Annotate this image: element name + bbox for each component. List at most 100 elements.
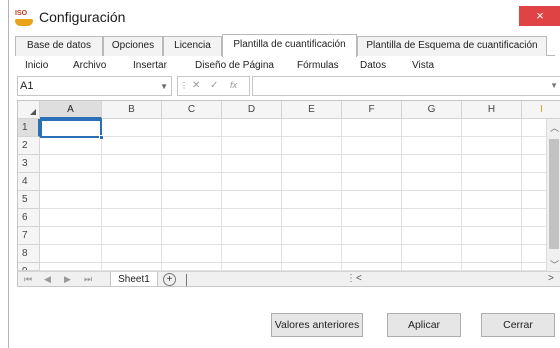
menu-diseno-pagina[interactable]: Diseño de Página (195, 60, 274, 71)
menu-insertar[interactable]: Insertar (133, 60, 167, 71)
grid-cell[interactable] (40, 263, 102, 271)
grid-cell[interactable] (40, 137, 102, 155)
enter-icon[interactable]: ✓ (210, 80, 218, 91)
grid-cell[interactable] (522, 245, 548, 263)
row-header-7[interactable]: 7 (18, 227, 40, 245)
grid-cell[interactable] (162, 227, 222, 245)
scroll-right-icon[interactable]: > (548, 273, 554, 284)
row-header-5[interactable]: 5 (18, 191, 40, 209)
scroll-down-icon[interactable]: ﹀ (550, 258, 559, 271)
grid-cell[interactable] (402, 209, 462, 227)
grid-cell[interactable] (282, 155, 342, 173)
select-all-corner[interactable] (18, 101, 40, 119)
grid-cell[interactable] (40, 245, 102, 263)
grid-cell[interactable] (522, 209, 548, 227)
grid-cell[interactable] (462, 227, 522, 245)
grid-cell[interactable] (342, 191, 402, 209)
grid-cell[interactable] (222, 119, 282, 137)
grid-cell[interactable] (402, 191, 462, 209)
grid-cell[interactable] (402, 173, 462, 191)
column-header-i[interactable]: I (522, 101, 560, 119)
grid-cell[interactable] (102, 119, 162, 137)
first-sheet-icon[interactable]: ⏮ (24, 274, 32, 285)
row-header-1[interactable]: 1 (18, 119, 40, 137)
grid-cell[interactable] (162, 155, 222, 173)
grid-cell[interactable] (462, 263, 522, 271)
apply-button[interactable]: Aplicar (387, 313, 461, 337)
grid-cell[interactable] (342, 137, 402, 155)
grid-cell[interactable] (162, 173, 222, 191)
grid-cell[interactable] (402, 119, 462, 137)
grid-cell[interactable] (402, 227, 462, 245)
split-handle-icon[interactable]: ⋮ (346, 273, 356, 284)
grid-cell[interactable] (462, 119, 522, 137)
grid-cell[interactable] (402, 263, 462, 271)
menu-inicio[interactable]: Inicio (25, 60, 48, 71)
grid-cell[interactable] (102, 155, 162, 173)
menu-datos[interactable]: Datos (360, 60, 386, 71)
close-button[interactable]: Cerrar (481, 313, 555, 337)
previous-values-button[interactable]: Valores anteriores (271, 313, 363, 337)
grid-cell[interactable] (282, 245, 342, 263)
grid-cell[interactable] (282, 191, 342, 209)
next-sheet-icon[interactable]: ▶ (64, 274, 71, 285)
column-header-d[interactable]: D (222, 101, 282, 119)
grid-cell[interactable] (462, 155, 522, 173)
row-header-2[interactable]: 2 (18, 137, 40, 155)
grid-cell[interactable] (522, 263, 548, 271)
column-header-g[interactable]: G (402, 101, 462, 119)
grid-cell[interactable] (522, 155, 548, 173)
grid-cell[interactable] (282, 119, 342, 137)
grid-cell[interactable] (282, 137, 342, 155)
grid-cell[interactable] (342, 119, 402, 137)
grid-cell[interactable] (522, 119, 548, 137)
menu-formulas[interactable]: Fórmulas (297, 60, 339, 71)
grid-cell[interactable] (402, 137, 462, 155)
grid-cell[interactable] (40, 173, 102, 191)
grid-cell[interactable] (342, 209, 402, 227)
menu-vista[interactable]: Vista (412, 60, 434, 71)
grid-cell[interactable] (102, 191, 162, 209)
menu-archivo[interactable]: Archivo (73, 60, 106, 71)
column-header-f[interactable]: F (342, 101, 402, 119)
grid-cell[interactable] (102, 227, 162, 245)
tab-opciones[interactable]: Opciones (103, 36, 163, 56)
grid-cell[interactable] (40, 155, 102, 173)
grid-cell[interactable] (222, 263, 282, 271)
grid-cell[interactable] (522, 137, 548, 155)
vertical-scrollbar[interactable]: ︿ ﹀ (546, 119, 560, 271)
row-header-4[interactable]: 4 (18, 173, 40, 191)
tab-base-de-datos[interactable]: Base de datos (15, 36, 103, 56)
grid-cell[interactable] (222, 209, 282, 227)
grid-cell[interactable] (342, 227, 402, 245)
grid-cell[interactable] (162, 119, 222, 137)
prev-sheet-icon[interactable]: ◀ (44, 274, 51, 285)
grid-cell[interactable] (102, 245, 162, 263)
active-cell-a1[interactable] (40, 119, 104, 140)
grid-cell[interactable] (282, 173, 342, 191)
grid-cell[interactable] (462, 191, 522, 209)
sheet-tab-sheet1[interactable]: Sheet1 (110, 272, 158, 286)
grid-cell[interactable] (402, 245, 462, 263)
grid-cell[interactable] (102, 209, 162, 227)
grid-cell[interactable] (342, 173, 402, 191)
grid-cell[interactable] (462, 173, 522, 191)
fill-handle[interactable] (99, 135, 104, 140)
formula-input[interactable]: ▼ (252, 76, 560, 96)
last-sheet-icon[interactable]: ⏭ (84, 274, 92, 285)
add-sheet-icon[interactable]: + (163, 273, 176, 286)
column-header-c[interactable]: C (162, 101, 222, 119)
row-header-6[interactable]: 6 (18, 209, 40, 227)
scroll-left-icon[interactable]: < (356, 273, 362, 284)
grid-cell[interactable] (522, 173, 548, 191)
grid-cell[interactable] (342, 263, 402, 271)
tab-plantilla-esquema[interactable]: Plantilla de Esquema de cuantificación (357, 36, 547, 56)
scroll-thumb[interactable] (549, 139, 559, 249)
chevron-down-icon[interactable]: ▼ (160, 78, 168, 96)
grid-cell[interactable] (40, 209, 102, 227)
grid-cell[interactable] (462, 209, 522, 227)
grid-cell[interactable] (162, 245, 222, 263)
drag-handle-icon[interactable]: ⋮ (180, 81, 188, 90)
column-header-e[interactable]: E (282, 101, 342, 119)
grid-cell[interactable] (462, 245, 522, 263)
